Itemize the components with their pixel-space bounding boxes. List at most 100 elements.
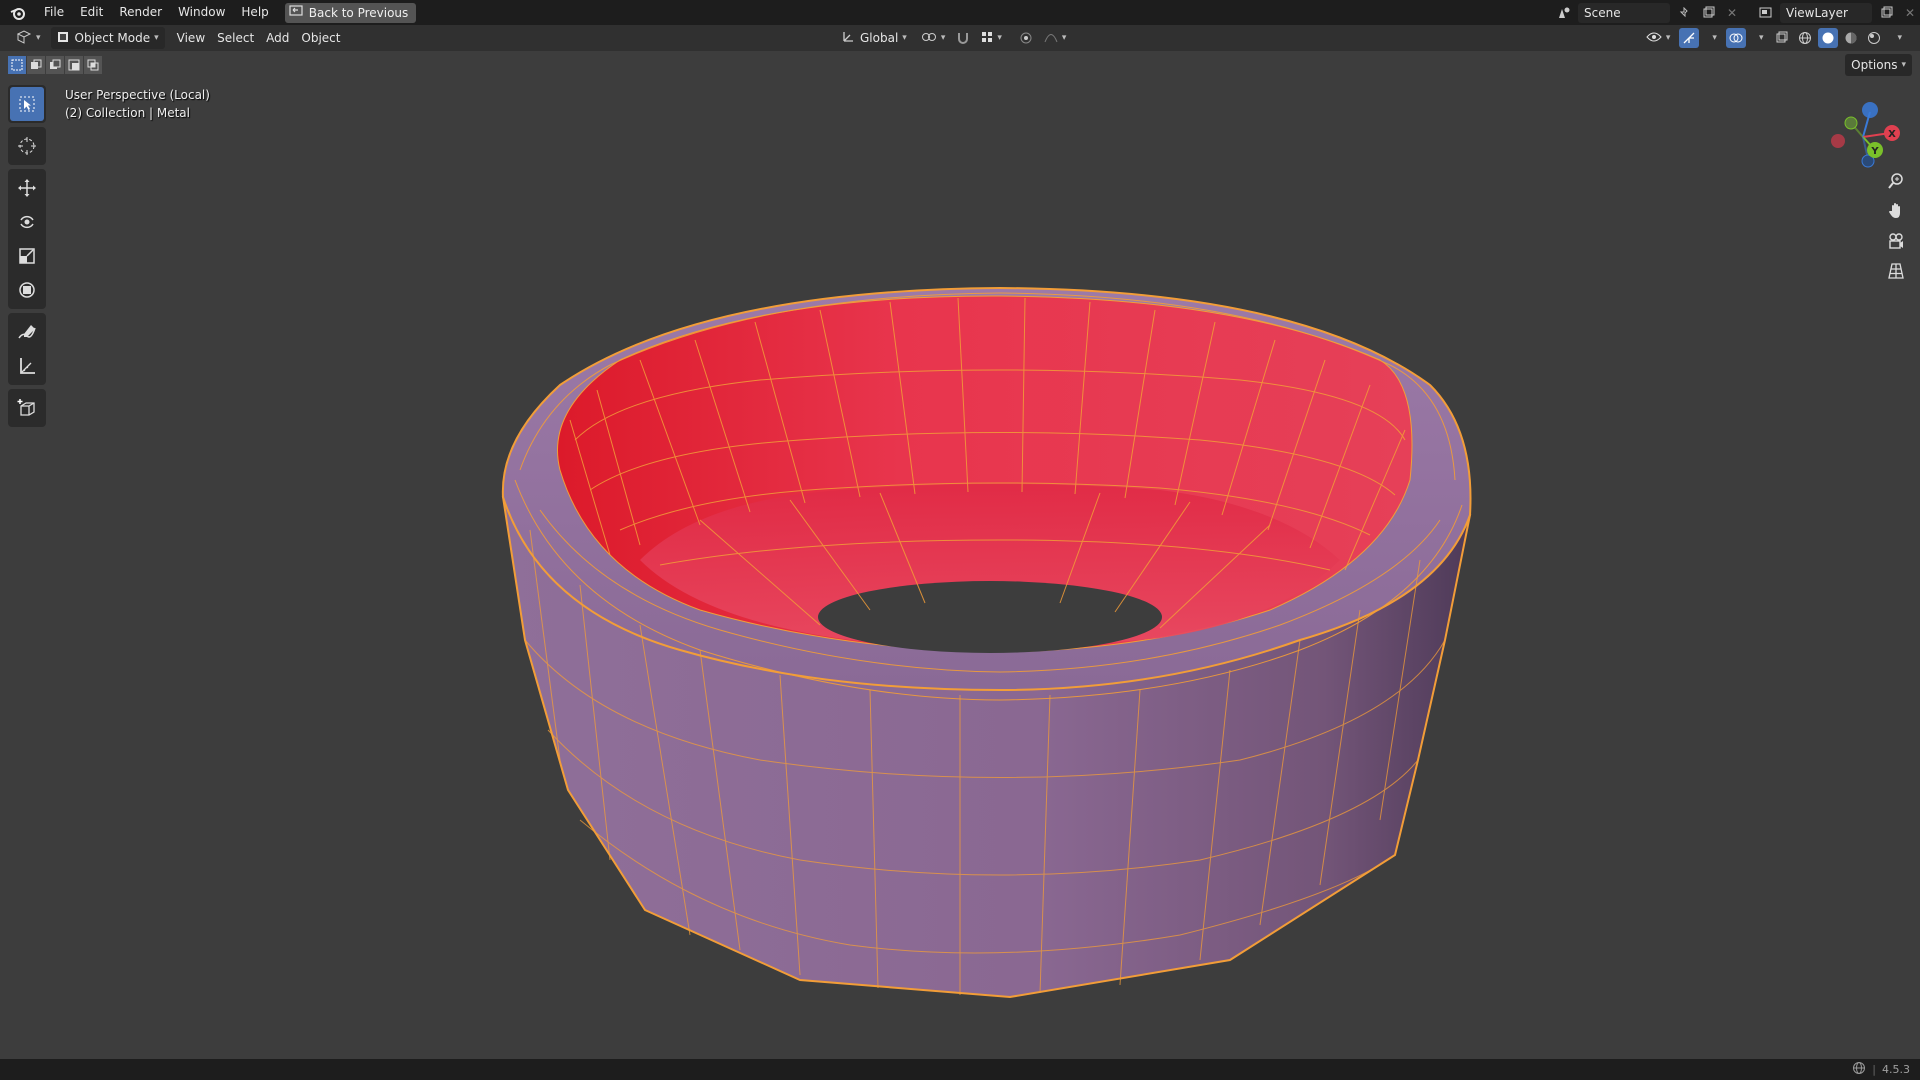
header-right-tools: ▾ ▾ ▾ ▾ (1640, 27, 1908, 49)
snap-toggle-icon[interactable] (953, 28, 973, 48)
tool-group-add (8, 389, 46, 427)
material-preview-icon[interactable] (1841, 28, 1861, 48)
menu-window[interactable]: Window (170, 0, 233, 25)
menu-select[interactable]: Select (211, 27, 260, 49)
3d-viewport[interactable]: Options ▾ User Perspective (Local) (2) C… (0, 51, 1920, 1059)
gizmo-dropdown[interactable]: ▾ (1702, 27, 1723, 49)
orientation-axes-icon (841, 30, 855, 47)
eye-icon (1646, 31, 1662, 46)
annotate-tool-icon[interactable] (10, 315, 44, 349)
pin-icon[interactable] (1674, 3, 1694, 23)
transform-orientation-dropdown[interactable]: Global ▾ (835, 27, 913, 49)
chevron-down-icon: ▾ (902, 33, 907, 43)
viewport-navigation-buttons (1882, 169, 1910, 283)
select-intersect-icon[interactable] (84, 56, 102, 74)
gizmo-x-label: X (1888, 129, 1896, 140)
xray-toggle-icon[interactable] (1772, 28, 1792, 48)
rendered-shading-icon[interactable] (1864, 28, 1884, 48)
navigation-gizmo[interactable]: X Y (1818, 89, 1908, 179)
chevron-down-icon: ▾ (1665, 33, 1671, 43)
transform-tool-icon[interactable] (10, 273, 44, 307)
pivot-icon (921, 30, 937, 47)
select-invert-icon[interactable] (65, 56, 83, 74)
camera-view-icon[interactable] (1882, 229, 1910, 253)
measure-tool-icon[interactable] (10, 349, 44, 383)
wireframe-shading-icon[interactable] (1795, 28, 1815, 48)
select-new-icon[interactable] (8, 56, 26, 74)
snap-grid-icon (981, 31, 993, 46)
back-to-previous-button[interactable]: Back to Previous (284, 2, 417, 23)
overlays-toggle-icon[interactable] (1725, 28, 1746, 48)
view-layer-icon[interactable] (1756, 3, 1776, 23)
solid-shading-icon[interactable] (1818, 28, 1839, 48)
rotate-tool-icon[interactable] (10, 205, 44, 239)
gizmo-z-axis[interactable] (1862, 102, 1878, 118)
menu-file[interactable]: File (36, 0, 72, 25)
chevron-down-icon: ▾ (1901, 60, 1906, 70)
visibility-dropdown[interactable]: ▾ (1640, 27, 1677, 49)
menu-add[interactable]: Add (260, 27, 295, 49)
chevron-down-icon: ▾ (1897, 33, 1902, 43)
pivot-point-dropdown[interactable]: ▾ (915, 27, 952, 49)
viewport-info-overlay: User Perspective (Local) (2) Collection … (65, 86, 210, 122)
topbar-right-group: Scene ✕ ViewLayer ✕ (1554, 0, 1920, 25)
cursor-tool-icon[interactable] (10, 129, 44, 163)
scene-name: Scene (1584, 5, 1621, 20)
view-layer-field[interactable]: ViewLayer (1780, 2, 1872, 23)
menu-render[interactable]: Render (111, 0, 170, 25)
proportional-editing-icon[interactable] (1016, 28, 1036, 48)
collection-info-label: (2) Collection | Metal (65, 106, 190, 120)
globe-icon (1852, 1061, 1866, 1078)
menu-help[interactable]: Help (233, 0, 276, 25)
scene-type-icon[interactable] (1554, 3, 1574, 23)
selection-mode-group (8, 56, 102, 74)
overlays-dropdown[interactable]: ▾ (1749, 27, 1770, 49)
perspective-label: User Perspective (Local) (65, 88, 210, 102)
status-divider: | (1872, 1063, 1876, 1076)
gizmo-y-label: Y (1870, 146, 1879, 157)
blender-logo-icon[interactable] (0, 0, 36, 25)
move-tool-icon[interactable] (10, 171, 44, 205)
back-screen-icon (289, 5, 303, 20)
tool-group-select (8, 85, 46, 123)
object-mode-icon (57, 31, 69, 46)
mode-selector[interactable]: Object Mode ▾ (50, 27, 165, 49)
options-dropdown[interactable]: Options ▾ (1845, 54, 1912, 76)
version-label: 4.5.3 (1882, 1063, 1910, 1076)
menu-edit[interactable]: Edit (72, 0, 111, 25)
delete-scene-icon[interactable]: ✕ (1722, 3, 1742, 23)
ring-mesh-object[interactable] (0, 51, 1920, 1059)
editor-type-button[interactable]: ▾ (10, 27, 47, 49)
pan-hand-icon[interactable] (1882, 199, 1910, 223)
tool-group-transform (8, 169, 46, 309)
menu-view[interactable]: View (171, 27, 211, 49)
scale-tool-icon[interactable] (10, 239, 44, 273)
new-view-layer-icon[interactable] (1876, 3, 1896, 23)
snap-target-dropdown[interactable]: ▾ (975, 27, 1008, 49)
viewport-header: ▾ Object Mode ▾ View Select Add Object G… (0, 25, 1920, 51)
gizmo-toggle-icon[interactable] (1679, 28, 1700, 48)
zoom-icon[interactable] (1882, 169, 1910, 193)
editor-type-icon (16, 29, 32, 47)
delete-view-layer-icon[interactable]: ✕ (1900, 3, 1920, 23)
new-scene-icon[interactable] (1698, 3, 1718, 23)
proportional-falloff-dropdown[interactable]: ▾ (1038, 27, 1073, 49)
add-cube-tool-icon[interactable] (10, 391, 44, 425)
shading-dropdown[interactable]: ▾ (1887, 27, 1908, 49)
orientation-label: Global (860, 31, 899, 45)
chevron-down-icon: ▾ (1758, 33, 1764, 43)
scene-name-field[interactable]: Scene (1578, 2, 1670, 23)
tool-group-annotate (8, 313, 46, 385)
chevron-down-icon: ▾ (1061, 33, 1067, 43)
status-bar: | 4.5.3 (0, 1059, 1920, 1080)
gizmo-neg-x-axis[interactable] (1831, 134, 1845, 148)
select-subtract-icon[interactable] (46, 56, 64, 74)
chevron-down-icon: ▾ (1712, 33, 1717, 43)
select-box-tool-icon[interactable] (10, 87, 44, 121)
tool-group-cursor (8, 127, 46, 165)
select-extend-icon[interactable] (27, 56, 45, 74)
falloff-curve-icon (1044, 31, 1058, 46)
chevron-down-icon: ▾ (940, 33, 946, 43)
menu-object[interactable]: Object (295, 27, 346, 49)
perspective-grid-icon[interactable] (1882, 259, 1910, 283)
